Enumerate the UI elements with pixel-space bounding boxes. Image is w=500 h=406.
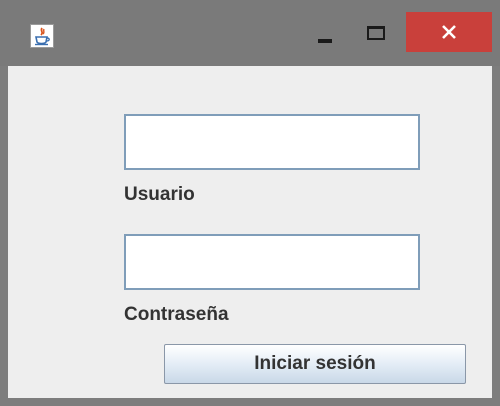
login-window: Usuario Contraseña Iniciar sesión xyxy=(0,0,500,406)
username-input[interactable] xyxy=(124,114,420,170)
minimize-icon xyxy=(318,39,332,43)
title-bar[interactable] xyxy=(0,0,500,66)
login-button[interactable]: Iniciar sesión xyxy=(164,344,466,384)
password-label: Contraseña xyxy=(124,304,229,325)
close-button[interactable] xyxy=(406,12,492,52)
java-icon[interactable] xyxy=(30,24,54,48)
maximize-button[interactable] xyxy=(356,12,396,52)
minimize-button[interactable] xyxy=(306,12,346,52)
login-form: Usuario Contraseña Iniciar sesión xyxy=(8,66,492,398)
close-icon xyxy=(442,25,456,39)
username-label: Usuario xyxy=(124,184,195,205)
password-input[interactable] xyxy=(124,234,420,290)
maximize-icon xyxy=(367,26,385,40)
